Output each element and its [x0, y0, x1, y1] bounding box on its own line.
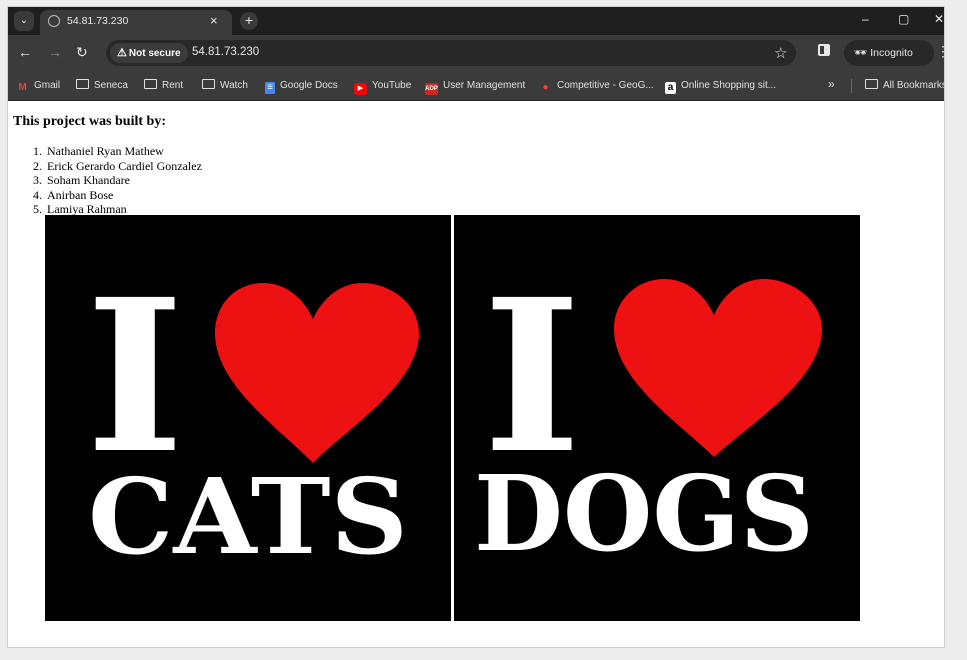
- minimize-button[interactable]: –: [862, 12, 869, 26]
- list-item: Anirban Bose: [45, 188, 202, 203]
- back-arrow-icon[interactable]: ←: [18, 44, 32, 60]
- heart-icon: [215, 283, 419, 463]
- folder-icon: [144, 79, 157, 89]
- bookmark-star-icon[interactable]: ☆: [774, 44, 787, 62]
- bookmark-rent[interactable]: Rent: [144, 79, 183, 93]
- tab-active[interactable]: 54.81.73.230 ×: [40, 10, 232, 35]
- bookmark-online-shopping[interactable]: a Online Shopping sit...: [665, 79, 776, 94]
- bookmark-geog[interactable]: ● Competitive - GeoG...: [539, 79, 653, 94]
- bookmark-gmail[interactable]: M Gmail: [16, 79, 60, 94]
- tab-title: 54.81.73.230: [67, 15, 129, 27]
- close-tab-icon[interactable]: ×: [210, 13, 218, 28]
- browser-window: ⌄ 54.81.73.230 × + – ▢ ✕ ← → ↻ ⚠ Not secu…: [7, 6, 945, 648]
- security-label: Not secure: [128, 48, 181, 59]
- security-chip[interactable]: ⚠ Not secure: [110, 43, 188, 63]
- reload-icon[interactable]: ↻: [76, 44, 88, 60]
- image-text-bottom: DOGS: [474, 452, 814, 575]
- page-heading: This project was built by:: [13, 114, 166, 129]
- menu-kebab-icon[interactable]: ⋮: [936, 43, 944, 60]
- tab-strip: ⌄ 54.81.73.230 × + – ▢ ✕: [8, 7, 944, 35]
- list-item: Soham Khandare: [45, 173, 202, 188]
- youtube-icon: ▶: [354, 83, 367, 95]
- warning-icon: ⚠: [117, 47, 127, 59]
- location-pin-icon: ●: [542, 82, 549, 93]
- image-text-bottom: CATS: [88, 455, 408, 578]
- docs-icon: ≡: [265, 82, 275, 94]
- folder-icon: [202, 79, 215, 89]
- bookmarks-overflow-icon[interactable]: »: [828, 77, 835, 91]
- bookmarks-bar: M Gmail Seneca Rent Watch ≡ Google Docs ▶ Y…: [8, 71, 944, 101]
- page-content: This project was built by: Nathaniel Rya…: [8, 102, 944, 647]
- url-text[interactable]: 54.81.73.230: [192, 46, 259, 58]
- bookmarks-divider: [851, 79, 852, 93]
- incognito-indicator[interactable]: 🕶 Incognito: [844, 40, 934, 66]
- maximize-button[interactable]: ▢: [898, 12, 909, 26]
- globe-icon: [48, 15, 60, 27]
- gmail-icon: M: [18, 82, 27, 93]
- browser-toolbar: ← → ↻ ⚠ Not secure 54.81.73.230 ☆ 🕶 Incog…: [8, 35, 944, 71]
- bookmark-google-docs[interactable]: ≡ Google Docs: [265, 79, 338, 94]
- i-love-cats-image: I CATS: [45, 215, 451, 621]
- heart-icon: [614, 279, 822, 457]
- i-love-dogs-image: I DOGS: [454, 215, 860, 621]
- all-bookmarks[interactable]: All Bookmarks: [865, 79, 944, 93]
- incognito-icon: 🕶: [854, 47, 868, 59]
- side-panel-icon[interactable]: [818, 44, 830, 56]
- adp-icon: ADP: [425, 83, 438, 95]
- builders-list: Nathaniel Ryan Mathew Erick Gerardo Card…: [45, 144, 202, 217]
- bookmark-user-management[interactable]: ADP User Management: [425, 79, 525, 95]
- amazon-icon: a: [665, 82, 676, 94]
- folder-icon: [76, 79, 89, 89]
- bookmark-youtube[interactable]: ▶ YouTube: [354, 79, 411, 95]
- forward-arrow-icon[interactable]: →: [48, 44, 62, 60]
- new-tab-button[interactable]: +: [240, 12, 258, 30]
- list-item: Nathaniel Ryan Mathew: [45, 144, 202, 159]
- tab-search-icon[interactable]: ⌄: [14, 11, 34, 31]
- bookmark-watch[interactable]: Watch: [202, 79, 248, 93]
- folder-icon: [865, 79, 878, 89]
- close-window-button[interactable]: ✕: [934, 12, 944, 26]
- bookmark-seneca[interactable]: Seneca: [76, 79, 128, 93]
- address-bar[interactable]: ⚠ Not secure 54.81.73.230 ☆: [106, 40, 796, 66]
- list-item: Erick Gerardo Cardiel Gonzalez: [45, 159, 202, 174]
- incognito-label: Incognito: [870, 47, 913, 59]
